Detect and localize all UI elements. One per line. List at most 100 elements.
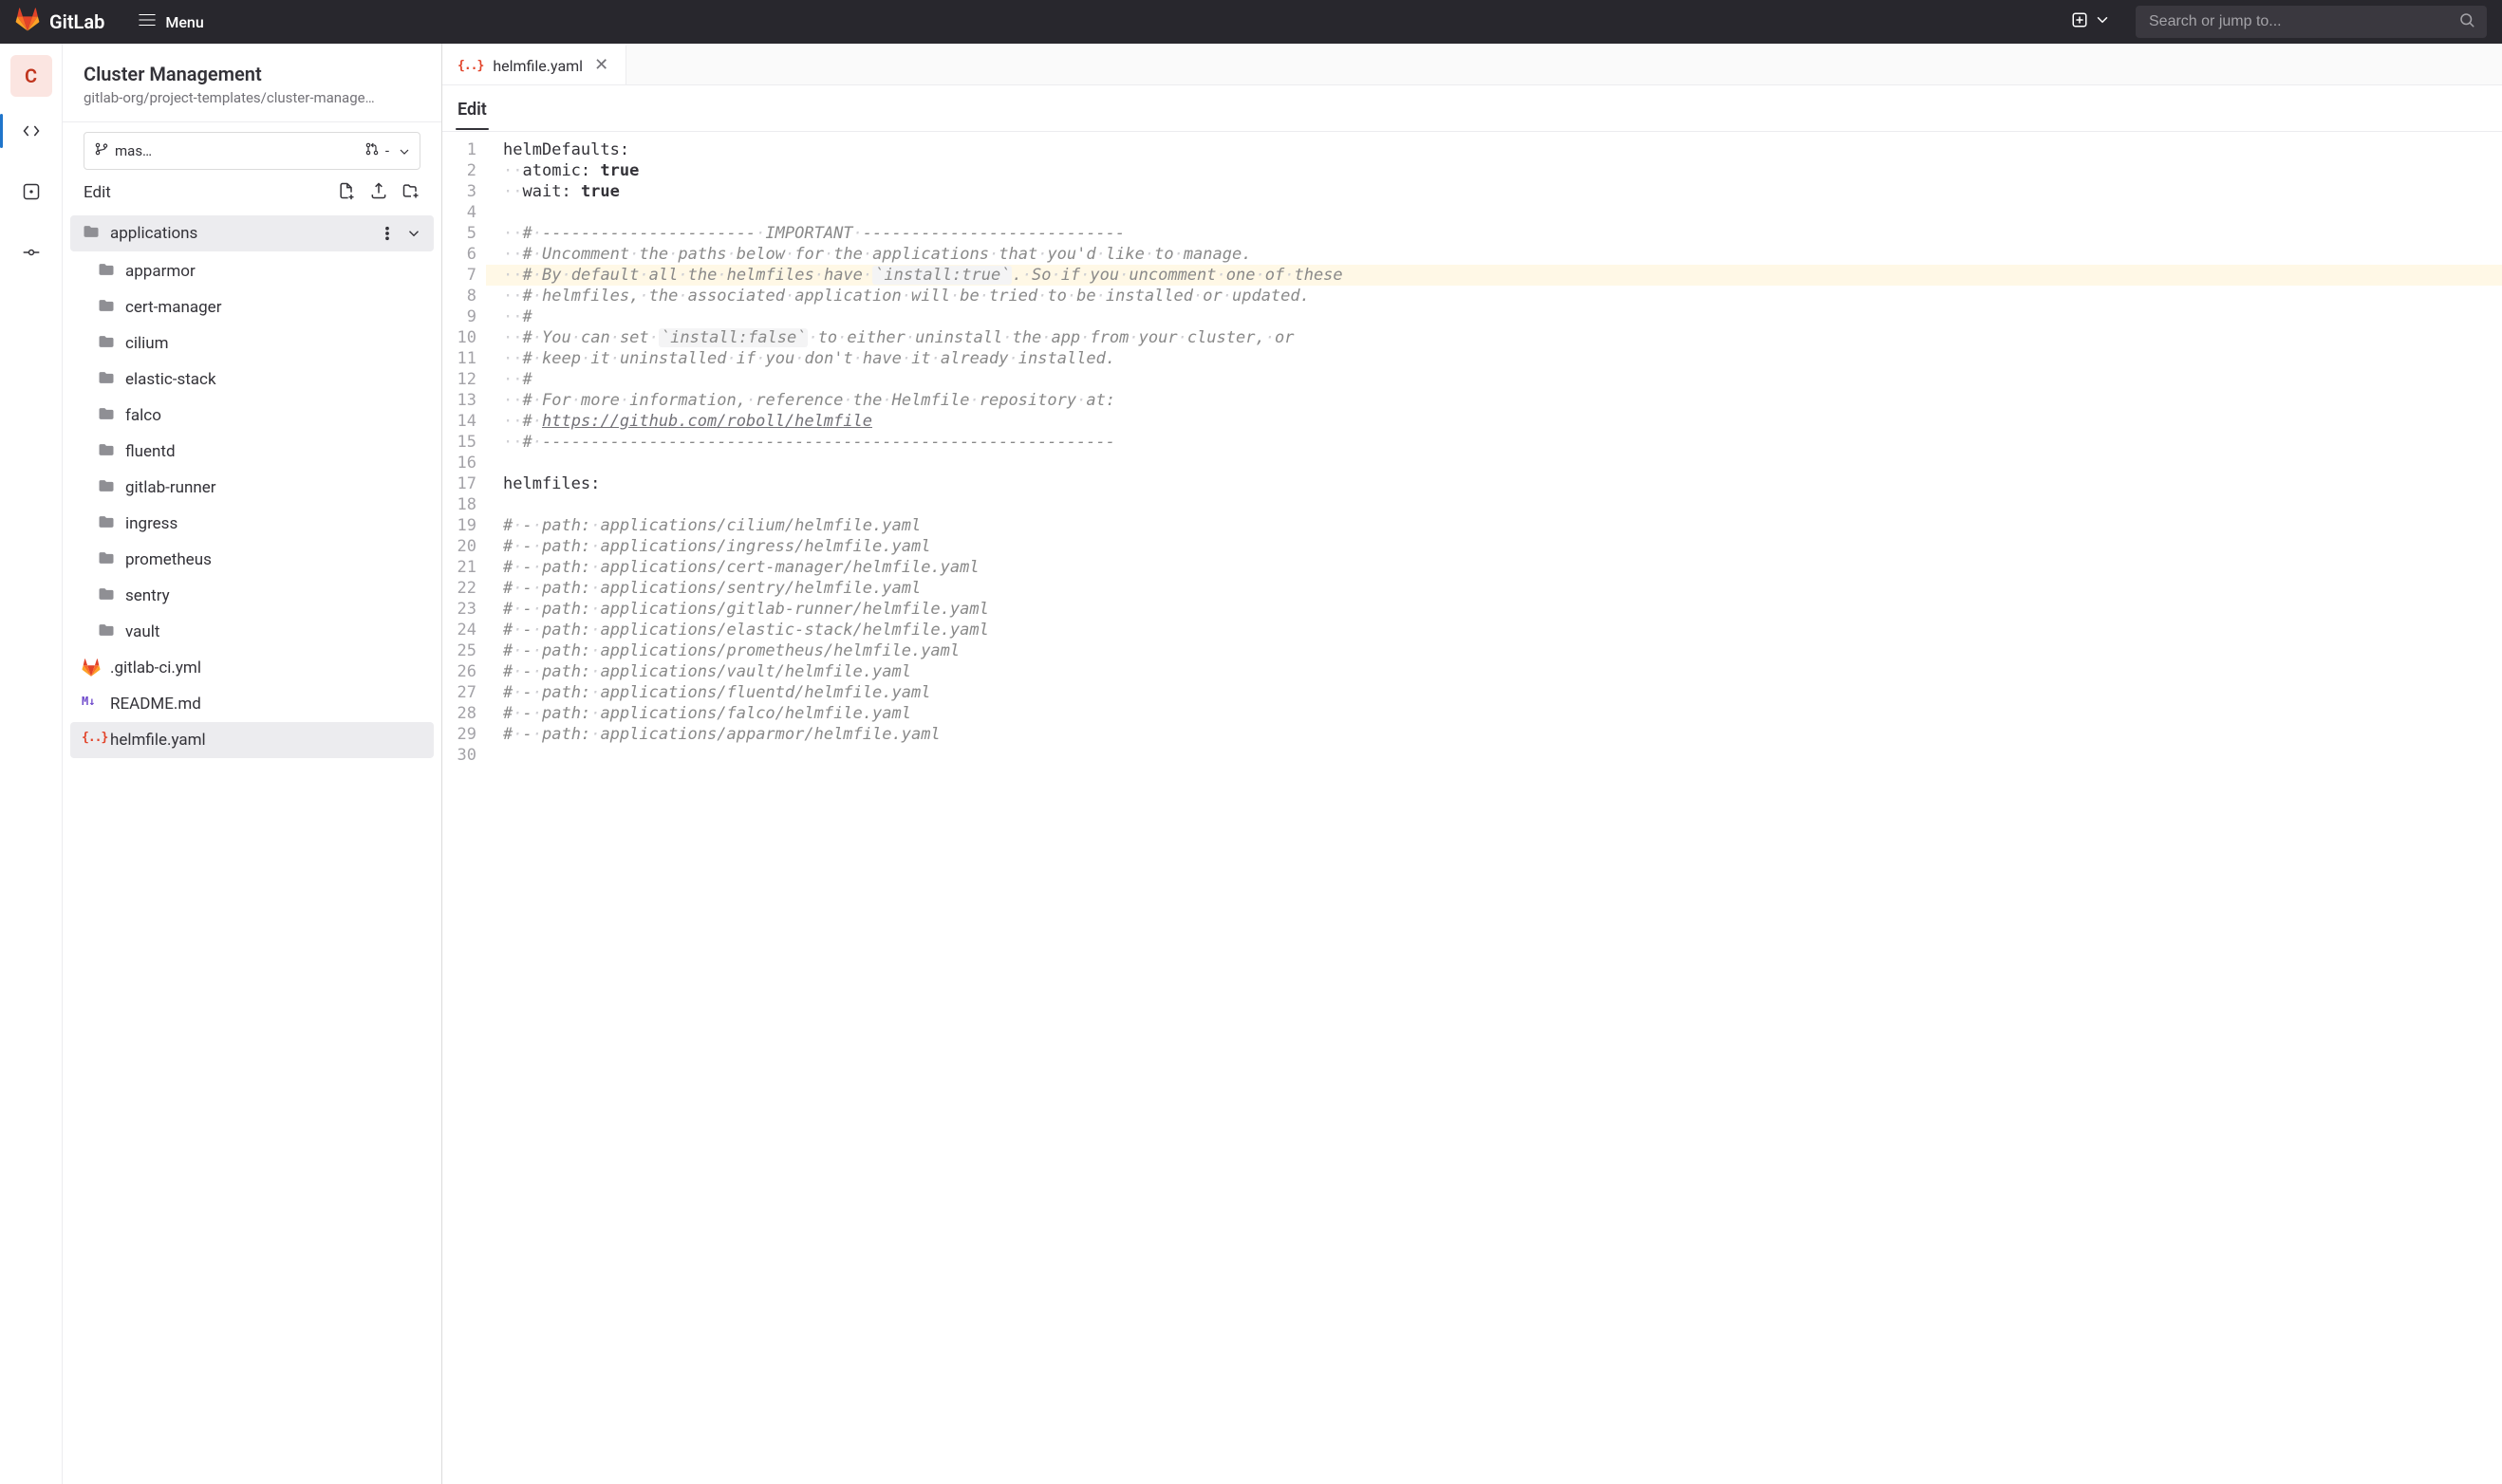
tree-item-label: cilium bbox=[125, 334, 169, 353]
line-number: 24 bbox=[442, 620, 476, 640]
line-number: 16 bbox=[442, 453, 476, 473]
line-number: 25 bbox=[442, 640, 476, 661]
code-lines[interactable]: helmDefaults:··atomic: true··wait: true … bbox=[486, 132, 2502, 1484]
line-number: 15 bbox=[442, 432, 476, 453]
code-line[interactable]: helmDefaults: bbox=[486, 139, 2502, 160]
chevron-down-icon[interactable] bbox=[405, 225, 422, 242]
editor-tab-helmfile[interactable]: {..} helmfile.yaml ✕ bbox=[442, 44, 626, 84]
code-line[interactable]: ··#·Uncomment·the·paths·below·for·the·ap… bbox=[486, 244, 2502, 265]
code-line[interactable]: ··#·keep·it·uninstalled·if·you·don't·hav… bbox=[486, 348, 2502, 369]
folder-icon bbox=[97, 440, 116, 464]
tree-folder-fluentd[interactable]: fluentd bbox=[70, 434, 434, 470]
global-search[interactable] bbox=[2136, 6, 2487, 38]
line-number: 18 bbox=[442, 494, 476, 515]
code-line[interactable]: helmfiles: bbox=[486, 473, 2502, 494]
project-avatar[interactable]: C bbox=[10, 55, 52, 97]
tree-item-label: helmfile.yaml bbox=[110, 731, 206, 750]
gitlab-logo-icon bbox=[15, 8, 40, 37]
brand[interactable]: GitLab bbox=[15, 8, 104, 37]
code-line[interactable]: ··#·https://github.com/roboll/helmfile bbox=[486, 411, 2502, 432]
gitlab-icon bbox=[82, 659, 101, 677]
tree-folder-prometheus[interactable]: prometheus bbox=[70, 542, 434, 578]
tree-folder-sentry[interactable]: sentry bbox=[70, 578, 434, 614]
tree-folder-applications[interactable]: applications bbox=[70, 215, 434, 251]
code-line[interactable]: #·-·path:·applications/fluentd/helmfile.… bbox=[486, 682, 2502, 703]
new-directory-icon[interactable] bbox=[401, 181, 420, 204]
line-number: 21 bbox=[442, 557, 476, 578]
rail-commit-icon[interactable] bbox=[9, 232, 54, 273]
folder-icon bbox=[97, 548, 116, 572]
editor-area: {..} helmfile.yaml ✕ Edit 12345678910111… bbox=[442, 44, 2502, 1484]
new-dropdown[interactable] bbox=[2063, 6, 2119, 38]
line-number: 3 bbox=[442, 181, 476, 202]
merge-request-icon bbox=[364, 141, 380, 160]
tree-file--gitlab-ci-yml[interactable]: .gitlab-ci.yml bbox=[70, 650, 434, 686]
code-line[interactable]: ··# bbox=[486, 306, 2502, 327]
tree-folder-falco[interactable]: falco bbox=[70, 398, 434, 434]
tree-item-actions-icon[interactable] bbox=[379, 225, 396, 242]
code-line[interactable]: #·-·path:·applications/cert-manager/helm… bbox=[486, 557, 2502, 578]
line-number: 6 bbox=[442, 244, 476, 265]
tree-folder-elastic-stack[interactable]: elastic-stack bbox=[70, 362, 434, 398]
project-header: Cluster Management gitlab-org/project-te… bbox=[63, 44, 441, 122]
code-line[interactable]: #·-·path:·applications/gitlab-runner/hel… bbox=[486, 599, 2502, 620]
line-number: 19 bbox=[442, 515, 476, 536]
folder-icon bbox=[97, 368, 116, 392]
code-line[interactable]: ··# bbox=[486, 369, 2502, 390]
tree-folder-cert-manager[interactable]: cert-manager bbox=[70, 289, 434, 325]
chevron-down-icon bbox=[2094, 11, 2111, 32]
tree-file-README-md[interactable]: M↓ README.md bbox=[70, 686, 434, 722]
search-input[interactable] bbox=[2147, 12, 2449, 31]
project-title: Cluster Management bbox=[84, 63, 420, 85]
folder-icon bbox=[97, 404, 116, 428]
line-number: 14 bbox=[442, 411, 476, 432]
code-line[interactable]: #·-·path:·applications/vault/helmfile.ya… bbox=[486, 661, 2502, 682]
tree-item-label: prometheus bbox=[125, 550, 212, 569]
code-line[interactable]: ··#·By·default·all·the·helmfiles·have·`i… bbox=[486, 265, 2502, 286]
code-line[interactable]: #·-·path:·applications/cilium/helmfile.y… bbox=[486, 515, 2502, 536]
upload-file-icon[interactable] bbox=[369, 181, 388, 204]
folder-icon bbox=[97, 621, 116, 644]
left-icon-rail: C bbox=[0, 44, 63, 1484]
tree-folder-vault[interactable]: vault bbox=[70, 614, 434, 650]
code-line[interactable]: ··#·----------------------·IMPORTANT·---… bbox=[486, 223, 2502, 244]
code-line[interactable]: ··#·For·more·information,·reference·the·… bbox=[486, 390, 2502, 411]
rail-edit-icon[interactable] bbox=[9, 110, 54, 152]
code-line[interactable]: #·-·path:·applications/elastic-stack/hel… bbox=[486, 620, 2502, 640]
tree-folder-cilium[interactable]: cilium bbox=[70, 325, 434, 362]
code-line[interactable] bbox=[486, 494, 2502, 515]
tree-folder-apparmor[interactable]: apparmor bbox=[70, 253, 434, 289]
code-line[interactable]: ··#·You·can·set·`install:false`·to·eithe… bbox=[486, 327, 2502, 348]
tree-item-label: .gitlab-ci.yml bbox=[110, 659, 201, 677]
tree-item-label: applications bbox=[110, 224, 197, 243]
code-line[interactable] bbox=[486, 202, 2502, 223]
rail-review-icon[interactable] bbox=[9, 171, 54, 213]
code-line[interactable]: #·-·path:·applications/sentry/helmfile.y… bbox=[486, 578, 2502, 599]
search-icon bbox=[2458, 11, 2475, 32]
chevron-down-icon bbox=[397, 144, 410, 158]
branch-select[interactable]: mas… - bbox=[84, 132, 420, 170]
tree-folder-ingress[interactable]: ingress bbox=[70, 506, 434, 542]
code-line[interactable]: ··wait: true bbox=[486, 181, 2502, 202]
line-number: 12 bbox=[442, 369, 476, 390]
code-line[interactable] bbox=[486, 453, 2502, 473]
menu-button[interactable]: Menu bbox=[127, 4, 213, 40]
tree-folder-gitlab-runner[interactable]: gitlab-runner bbox=[70, 470, 434, 506]
avatar-letter: C bbox=[25, 65, 37, 87]
tree-file-helmfile-yaml[interactable]: {..} helmfile.yaml bbox=[70, 722, 434, 758]
code-line[interactable]: #·-·path:·applications/apparmor/helmfile… bbox=[486, 724, 2502, 745]
line-number: 13 bbox=[442, 390, 476, 411]
code-line[interactable]: #·-·path:·applications/falco/helmfile.ya… bbox=[486, 703, 2502, 724]
code-editor[interactable]: 1234567891011121314151617181920212223242… bbox=[442, 131, 2502, 1484]
new-file-icon[interactable] bbox=[337, 181, 356, 204]
code-line[interactable]: ··atomic: true bbox=[486, 160, 2502, 181]
close-tab-icon[interactable]: ✕ bbox=[592, 55, 610, 76]
code-line[interactable]: #·-·path:·applications/ingress/helmfile.… bbox=[486, 536, 2502, 557]
tree-item-label: ingress bbox=[125, 514, 177, 533]
code-line[interactable] bbox=[486, 745, 2502, 766]
mode-edit-tab[interactable]: Edit bbox=[456, 100, 489, 131]
code-line[interactable]: ··#·------------------------------------… bbox=[486, 432, 2502, 453]
code-line[interactable]: ··#·helmfiles,·the·associated·applicatio… bbox=[486, 286, 2502, 306]
line-number: 17 bbox=[442, 473, 476, 494]
code-line[interactable]: #·-·path:·applications/prometheus/helmfi… bbox=[486, 640, 2502, 661]
